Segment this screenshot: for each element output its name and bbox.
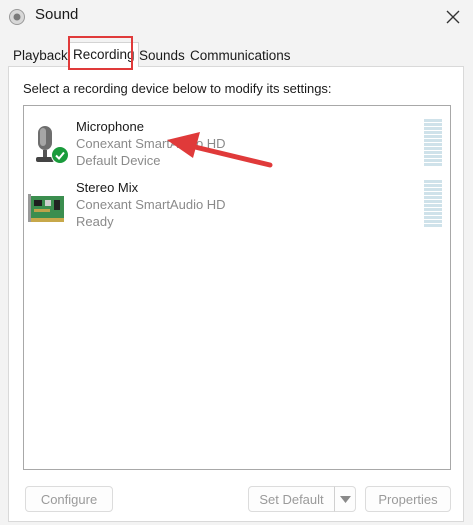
device-name: Microphone <box>76 119 144 134</box>
device-driver: Conexant SmartAudio HD <box>76 136 226 151</box>
device-name: Stereo Mix <box>76 180 139 195</box>
device-list[interactable]: Microphone Conexant SmartAudio HD Defaul… <box>23 105 451 470</box>
check-badge-icon <box>51 146 69 164</box>
device-status: Ready <box>76 214 114 229</box>
tab-communications[interactable]: Communications <box>187 46 294 66</box>
tab-playback[interactable]: Playback <box>10 46 71 66</box>
window-title: Sound <box>35 6 79 23</box>
tab-sounds[interactable]: Sounds <box>136 46 188 66</box>
speaker-icon <box>9 9 25 25</box>
chevron-down-icon <box>340 496 351 503</box>
set-default-button[interactable]: Set Default <box>248 486 335 512</box>
device-driver: Conexant SmartAudio HD <box>76 197 226 212</box>
tab-highlight-box <box>68 36 133 70</box>
title-bar: Sound <box>0 0 473 36</box>
device-status: Default Device <box>76 153 161 168</box>
close-icon[interactable] <box>443 7 463 27</box>
instruction-text: Select a recording device below to modif… <box>23 81 332 96</box>
device-stereo-mix[interactable]: Stereo Mix Conexant SmartAudio HD Ready <box>24 180 450 240</box>
sound-card-icon <box>28 194 64 222</box>
properties-button[interactable]: Properties <box>365 486 451 512</box>
level-meter <box>424 119 442 167</box>
configure-button[interactable]: Configure <box>25 486 113 512</box>
set-default-dropdown[interactable] <box>334 486 356 512</box>
level-meter <box>424 180 442 228</box>
device-microphone[interactable]: Microphone Conexant SmartAudio HD Defaul… <box>24 119 450 179</box>
